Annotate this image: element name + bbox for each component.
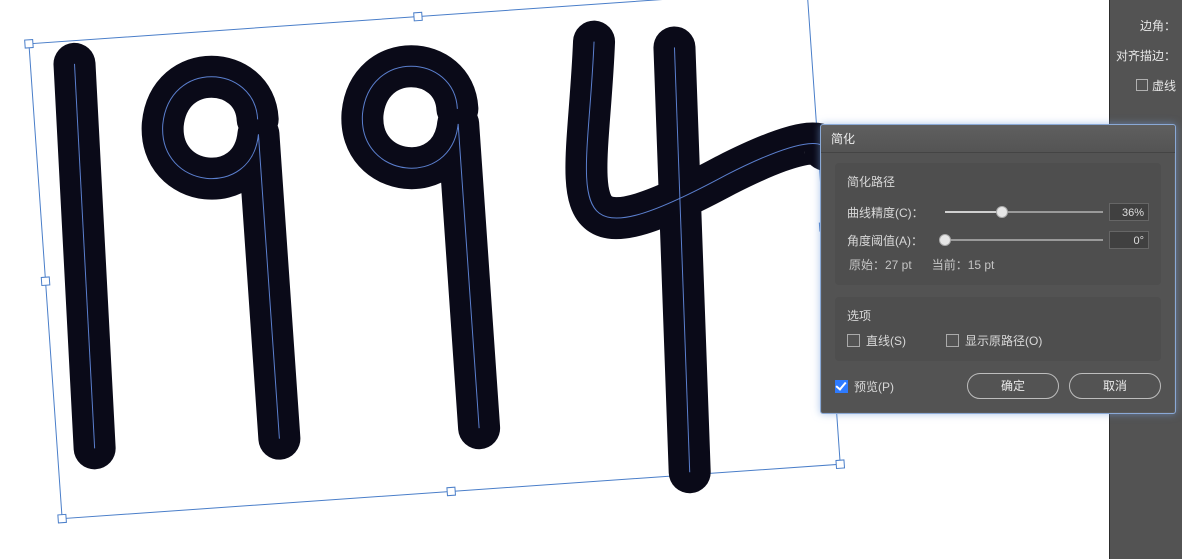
cancel-button[interactable]: 取消 xyxy=(1069,373,1161,399)
angle-threshold-value[interactable]: 0° xyxy=(1109,231,1149,249)
angle-threshold-label: 角度阈值(A)： xyxy=(847,232,939,249)
align-stroke-label: 对齐描边： xyxy=(1116,47,1176,64)
straight-lines-label: 直线(S) xyxy=(866,332,906,349)
simplify-path-title: 简化路径 xyxy=(847,173,1149,190)
curve-precision-slider[interactable] xyxy=(945,211,1103,213)
angle-threshold-slider[interactable] xyxy=(945,239,1103,241)
simplify-dialog: 简化 简化路径 曲线精度(C)： 36% 角度阈值(A)： 0° xyxy=(820,124,1176,414)
options-group: 选项 直线(S) 显示原路径(O) xyxy=(835,297,1161,361)
ok-button[interactable]: 确定 xyxy=(967,373,1059,399)
status-current: 当前：15 pt xyxy=(932,256,995,273)
curve-precision-label: 曲线精度(C)： xyxy=(847,204,939,221)
corner-label: 边角： xyxy=(1140,17,1176,34)
simplify-path-group: 简化路径 曲线精度(C)： 36% 角度阈值(A)： 0° 原始：27 pt xyxy=(835,163,1161,285)
dashed-label: 虚线 xyxy=(1152,77,1176,94)
preview-check[interactable]: 预览(P) xyxy=(835,378,894,395)
show-original-check[interactable]: 显示原路径(O) xyxy=(946,332,1042,349)
status-original: 原始：27 pt xyxy=(849,256,912,273)
curve-precision-value[interactable]: 36% xyxy=(1109,203,1149,221)
dialog-title[interactable]: 简化 xyxy=(821,125,1175,153)
selection-bounding-box xyxy=(37,0,832,520)
options-title: 选项 xyxy=(847,307,1149,324)
preview-label: 预览(P) xyxy=(854,378,894,395)
dashed-checkbox[interactable] xyxy=(1136,79,1148,91)
straight-lines-check[interactable]: 直线(S) xyxy=(847,332,906,349)
artwork-1994[interactable] xyxy=(30,0,850,520)
show-original-label: 显示原路径(O) xyxy=(965,332,1042,349)
